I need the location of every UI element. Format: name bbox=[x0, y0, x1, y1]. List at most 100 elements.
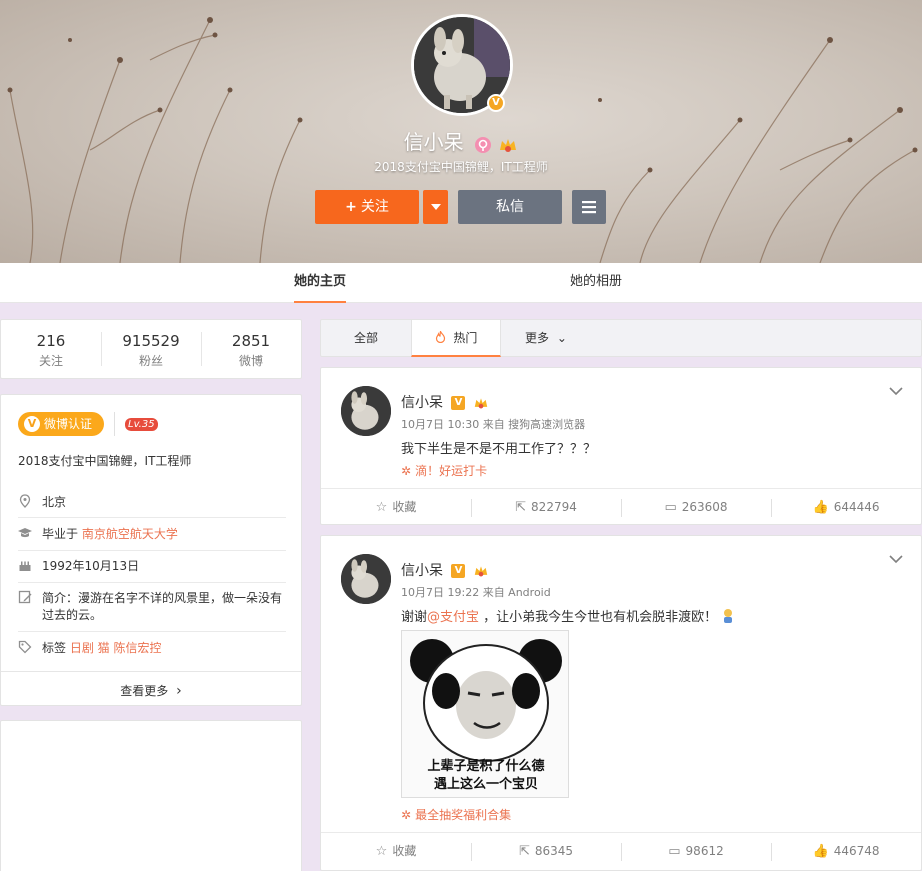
post-promo-link[interactable]: ✲ 最全抽奖福利合集 bbox=[401, 806, 511, 823]
see-more-link[interactable]: 查看更多 › bbox=[1, 671, 301, 705]
post-text: 谢谢@支付宝 ，让小弟我今生今世也有机会脱非渡欧！ bbox=[401, 606, 735, 625]
filter-hot[interactable]: 热门 bbox=[411, 320, 501, 357]
collect-label: 收藏 bbox=[392, 844, 417, 858]
feed-post: 信小呆 V 10月7日 19:22 来自 Android 谢谢@支付宝 ，让小弟… bbox=[320, 535, 922, 871]
profile-name-row: 信小呆 bbox=[0, 126, 922, 156]
promo-label: 滴！好运打卡 bbox=[415, 464, 488, 478]
menu-icon bbox=[582, 201, 596, 214]
stat-posts[interactable]: 2851 微博 bbox=[201, 332, 301, 369]
sidebar-empty-card bbox=[0, 720, 302, 871]
star-icon: ☆ bbox=[375, 500, 388, 515]
school-link[interactable]: 南京航空航天大学 bbox=[82, 527, 178, 541]
collect-button[interactable]: ☆ 收藏 bbox=[321, 833, 471, 869]
tags-text: 标签 日剧 猫 陈信宏控 bbox=[42, 640, 282, 657]
tab-album[interactable]: 她的相册 bbox=[570, 263, 622, 303]
post-author-name[interactable]: 信小呆 bbox=[401, 563, 443, 579]
verified-badge-icon: V bbox=[487, 94, 505, 112]
collect-label: 收藏 bbox=[392, 500, 417, 514]
intro-text: 简介：漫游在名字不详的风景里，做一朵没有过去的云。 bbox=[42, 591, 283, 622]
meme-caption-line1: 上辈子是积了什么德 bbox=[427, 759, 545, 774]
post-actions: ☆ 收藏 ⇱ 822794 ▭ 263608 👍 644446 bbox=[321, 488, 921, 524]
post-author-avatar[interactable] bbox=[341, 554, 391, 604]
comment-count: 263608 bbox=[681, 500, 728, 514]
tab-home[interactable]: 她的主页 bbox=[294, 263, 347, 303]
comment-button[interactable]: ▭ 263608 bbox=[621, 489, 771, 525]
repost-count: 86345 bbox=[534, 844, 574, 858]
info-birthday: 1992年10月13日 bbox=[18, 558, 286, 583]
info-education: 毕业于 南京航空航天大学 bbox=[18, 526, 286, 551]
divider bbox=[114, 412, 115, 436]
location-text: 北京 bbox=[42, 495, 67, 509]
star-icon: ☆ bbox=[375, 844, 388, 859]
stat-label: 微博 bbox=[238, 354, 263, 368]
weibo-verified-tag[interactable]: V 微博认证 bbox=[18, 412, 104, 436]
sparkle-icon: ✲ bbox=[401, 808, 412, 822]
like-button[interactable]: 👍 644446 bbox=[771, 489, 921, 525]
info-intro: 简介：漫游在名字不详的风景里，做一朵没有过去的云。 bbox=[18, 590, 286, 632]
like-count: 644446 bbox=[833, 500, 880, 514]
comment-icon: ▭ bbox=[668, 844, 681, 859]
thumbs-up-icon: 👍 bbox=[812, 500, 829, 515]
stat-label: 关注 bbox=[38, 354, 63, 368]
thumbs-up-icon: 👍 bbox=[812, 844, 829, 859]
sparkle-icon: ✲ bbox=[401, 464, 412, 478]
post-meta: 10月7日 10:30 来自 搜狗高速浏览器 bbox=[401, 418, 586, 431]
collect-button[interactable]: ☆ 收藏 bbox=[321, 489, 471, 525]
tags-links[interactable]: 日剧 猫 陈信宏控 bbox=[70, 641, 162, 655]
post-options-chevron-icon[interactable] bbox=[889, 384, 903, 400]
post-author-avatar[interactable] bbox=[341, 386, 391, 436]
post-promo-link[interactable]: ✲ 滴！好运打卡 bbox=[401, 462, 487, 479]
post-image-meme[interactable]: 上辈子是积了什么德 遇上这么一个宝贝 bbox=[401, 630, 569, 798]
cake-icon bbox=[19, 561, 31, 571]
post-text-suffix: ，让小弟我今生今世也有机会脱非渡欧！ bbox=[479, 610, 718, 625]
rabbit-avatar-image bbox=[341, 554, 391, 604]
stat-followers[interactable]: 915529 粉丝 bbox=[101, 332, 201, 369]
filter-hot-label: 热门 bbox=[453, 331, 478, 345]
follow-label: 关注 bbox=[360, 199, 389, 215]
vip-crown-icon bbox=[500, 139, 517, 152]
repost-button[interactable]: ⇱ 86345 bbox=[471, 833, 621, 869]
info-location: 北京 bbox=[18, 494, 286, 518]
profile-name: 信小呆 bbox=[403, 130, 464, 154]
tags-label: 标签 bbox=[42, 641, 67, 655]
verify-tag-label: 微博认证 bbox=[44, 417, 93, 431]
comment-button[interactable]: ▭ 98612 bbox=[621, 833, 771, 869]
follow-button[interactable]: + 关注 bbox=[315, 190, 419, 224]
post-author-name[interactable]: 信小呆 bbox=[401, 395, 443, 411]
verified-v-icon: V bbox=[451, 564, 466, 578]
follow-dropdown-button[interactable] bbox=[423, 190, 448, 224]
stat-label: 粉丝 bbox=[138, 354, 163, 368]
post-author-row: 信小呆 V bbox=[401, 560, 489, 580]
feed-filter-bar: 全部 热门 更多 ⌄ bbox=[320, 319, 922, 357]
meme-caption-line2: 遇上这么一个宝贝 bbox=[433, 777, 538, 792]
repost-button[interactable]: ⇱ 822794 bbox=[471, 489, 621, 525]
like-button[interactable]: 👍 446748 bbox=[771, 833, 921, 869]
filter-more[interactable]: 更多 ⌄ bbox=[501, 320, 591, 357]
post-options-chevron-icon[interactable] bbox=[889, 552, 903, 568]
chevron-down-icon: ⌄ bbox=[556, 331, 567, 345]
feed-post: 信小呆 V 10月7日 10:30 来自 搜狗高速浏览器 我下半生是不是不用工作… bbox=[320, 367, 922, 525]
verify-description: 2018支付宝中国锦鲤，IT工程师 bbox=[18, 454, 192, 468]
filter-more-label: 更多 bbox=[525, 331, 550, 345]
profile-tab-bar: 她的主页 她的相册 bbox=[0, 263, 922, 303]
plus-icon: + bbox=[345, 199, 357, 215]
message-button[interactable]: 私信 bbox=[458, 190, 562, 224]
education-text: 毕业于 南京航空航天大学 bbox=[42, 526, 282, 543]
caret-down-icon bbox=[430, 204, 441, 210]
profile-info-card: V 微博认证 Lv.35 2018支付宝中国锦鲤，IT工程师 北京 毕业于 南京… bbox=[0, 394, 302, 706]
repost-icon: ⇱ bbox=[518, 844, 530, 859]
more-menu-button[interactable] bbox=[572, 190, 606, 224]
profile-cover: V 信小呆 2018支付宝中国锦鲤，IT工程师 + 关注 私信 bbox=[0, 0, 922, 263]
rabbit-avatar-image bbox=[341, 386, 391, 436]
stat-value: 2851 bbox=[231, 332, 271, 350]
level-badge[interactable]: Lv.35 bbox=[125, 418, 158, 431]
profile-description: 2018支付宝中国锦鲤，IT工程师 bbox=[374, 160, 548, 174]
stat-following[interactable]: 216 关注 bbox=[1, 332, 101, 369]
repost-icon: ⇱ bbox=[515, 500, 527, 515]
filter-all[interactable]: 全部 bbox=[321, 320, 411, 357]
tag-icon bbox=[18, 640, 32, 654]
mention-link[interactable]: @支付宝 bbox=[427, 610, 479, 625]
chevron-right-icon: › bbox=[176, 683, 182, 699]
flame-icon bbox=[435, 329, 445, 344]
verified-v-icon: V bbox=[451, 396, 466, 410]
